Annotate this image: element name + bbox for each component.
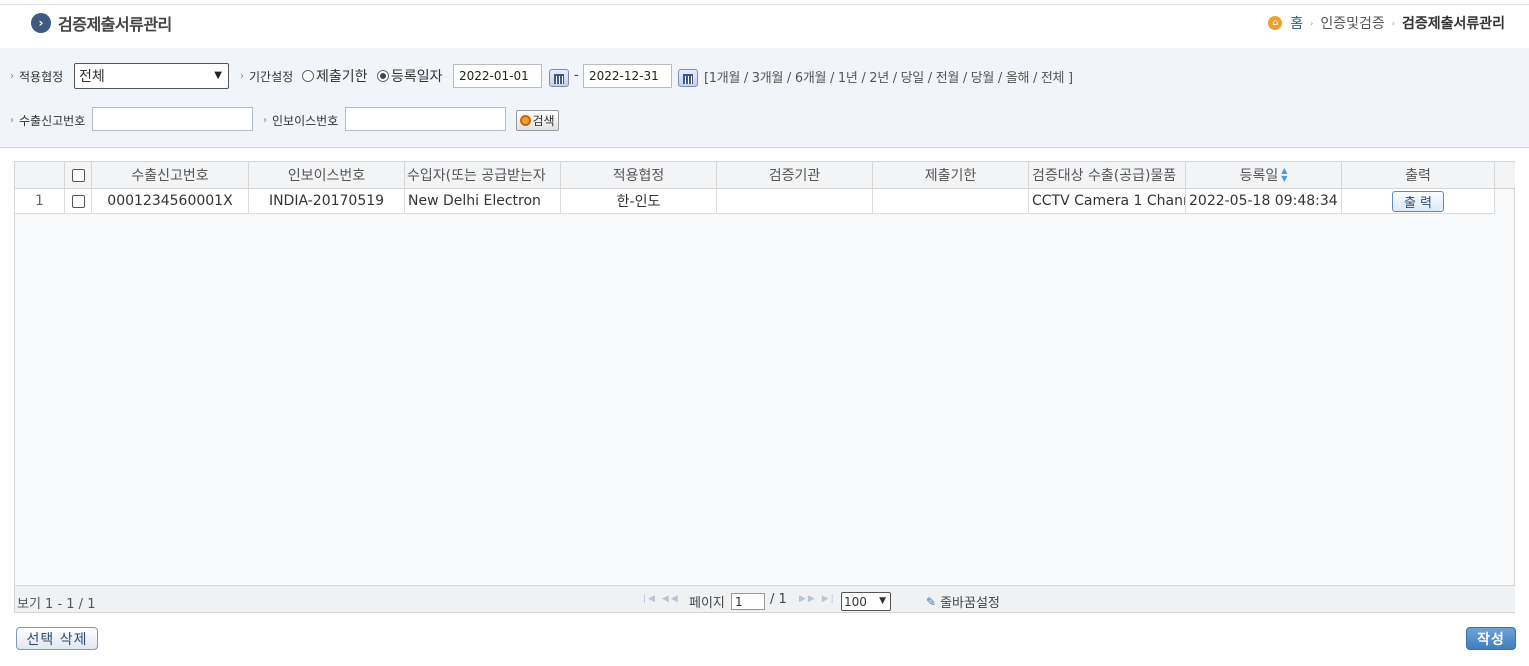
header-print: 출력 (1342, 162, 1495, 188)
export-no-label: 수출신고번호 (10, 112, 85, 129)
table-row[interactable]: 1 0001234560001X INDIA-20170519 New Delh… (15, 189, 1495, 214)
date-to-input[interactable]: 2022-12-31 (583, 64, 672, 88)
breadcrumb-separator-icon: › (1391, 18, 1395, 28)
print-button[interactable]: 출 력 (1392, 190, 1444, 212)
date-separator: - (574, 68, 579, 83)
header-goods[interactable]: 검증대상 수출(공급)물품 (1029, 162, 1186, 188)
header-row-number (15, 162, 65, 188)
page-total: / 1 (770, 592, 787, 607)
search-panel: 적용협정 전체 ▼ 기간설정 제출기한 등록일자 2022-01-01 - 20… (0, 48, 1529, 148)
header-reg-date-label: 등록일 (1239, 168, 1279, 184)
top-divider (0, 4, 1529, 5)
home-icon[interactable]: ⌂ (1268, 16, 1283, 30)
header-agreement[interactable]: 적용협정 (561, 162, 717, 188)
page-label: 페이지 (689, 596, 725, 611)
page-size-value: 100 (844, 594, 867, 609)
cell-goods[interactable]: CCTV Camera 1 Chann (1029, 189, 1186, 213)
radio-deadline-circle[interactable] (302, 70, 314, 82)
row-checkbox-cell (65, 189, 92, 213)
cell-deadline[interactable] (873, 189, 1029, 213)
page-title-text: 검증제출서류관리 (58, 15, 172, 34)
header-reg-date[interactable]: 등록일 ▲ ▼ (1186, 162, 1342, 188)
agreement-select-value: 전체 (79, 69, 105, 85)
date-from-input[interactable]: 2022-01-01 (453, 64, 542, 88)
search-icon (520, 115, 532, 126)
search-button[interactable]: 검색 (516, 110, 559, 131)
quick-date-ranges[interactable]: [1개월 / 3개월 / 6개월 / 1년 / 2년 / 당일 / 전월 / 당… (704, 67, 1073, 86)
radio-deadline[interactable]: 제출기한 (302, 66, 368, 86)
chevron-down-icon: ▼ (879, 596, 886, 606)
select-all-checkbox[interactable] (71, 168, 85, 182)
header-select-all (65, 162, 92, 188)
calendar-icon[interactable] (549, 69, 569, 87)
cell-reg-date[interactable]: 2022-05-18 09:48:34 (1186, 189, 1342, 213)
first-prev-page-icon[interactable]: |◀ ◀◀ (643, 594, 680, 604)
radio-deadline-label: 제출기한 (316, 69, 368, 85)
grid-pager: 보기 1 - 1 / 1 |◀ ◀◀ 페이지 1 / 1 ▶▶ ▶| 100 ▼… (15, 585, 1515, 612)
data-grid: 수출신고번호 인보이스번호 수입자(또는 공급받는자 적용협정 검증기관 제출기… (14, 161, 1515, 613)
radio-regdate-label: 등록일자 (391, 69, 443, 85)
cell-invoice-no[interactable]: INDIA-20170519 (249, 189, 405, 213)
chevron-down-icon: ▼ (214, 70, 222, 81)
grid-header: 수출신고번호 인보이스번호 수입자(또는 공급받는자 적용협정 검증기관 제출기… (15, 162, 1515, 189)
export-no-input[interactable] (92, 107, 253, 131)
radio-regdate-circle[interactable] (377, 70, 389, 82)
row-checkbox[interactable] (71, 194, 85, 208)
chevron-right-icon: › (31, 13, 51, 33)
page-size-select[interactable]: 100 ▼ (841, 592, 891, 611)
invoice-no-input[interactable] (345, 107, 506, 131)
view-info: 보기 1 - 1 / 1 (17, 597, 96, 612)
cell-print: 출 력 (1342, 189, 1495, 213)
cell-export-no[interactable]: 0001234560001X (92, 189, 249, 213)
agreement-label: 적용협정 (10, 68, 63, 85)
next-last-page-icon[interactable]: ▶▶ ▶| (799, 594, 836, 604)
header-export-no[interactable]: 수출신고번호 (92, 162, 249, 188)
calendar-icon[interactable] (678, 69, 698, 87)
header-importer[interactable]: 수입자(또는 공급받는자 (405, 162, 561, 188)
cell-agreement[interactable]: 한-인도 (561, 189, 717, 213)
header-agency[interactable]: 검증기관 (717, 162, 873, 188)
header-invoice-no[interactable]: 인보이스번호 (249, 162, 405, 188)
search-button-label: 검색 (532, 114, 555, 128)
breadcrumb-current: 검증제출서류관리 (1401, 16, 1505, 32)
breadcrumb-certification[interactable]: 인증및검증 (1320, 13, 1384, 33)
breadcrumb: ⌂ 홈 › 인증및검증 › 검증제출서류관리 (1268, 13, 1505, 33)
breadcrumb-separator-icon: › (1310, 18, 1314, 28)
breadcrumb-home[interactable]: 홈 (1290, 13, 1303, 33)
delete-selected-button[interactable]: 선택 삭제 (16, 627, 98, 650)
column-setting-label: 줄바꿈설정 (940, 596, 1000, 611)
sort-icon[interactable]: ▲ ▼ (1281, 167, 1287, 183)
radio-regdate[interactable]: 등록일자 (377, 66, 443, 86)
column-setting-link[interactable]: ✎ 줄바꿈설정 (926, 592, 1000, 612)
page-title: › 검증제출서류관리 (31, 12, 172, 34)
invoice-no-label: 인보이스번호 (263, 112, 338, 129)
cell-importer[interactable]: New Delhi Electron (405, 189, 561, 213)
page-number-input[interactable]: 1 (731, 593, 765, 610)
agreement-select[interactable]: 전체 ▼ (74, 63, 229, 89)
row-number: 1 (15, 189, 65, 213)
write-button[interactable]: 작성 (1466, 627, 1516, 650)
wrench-icon: ✎ (926, 594, 937, 609)
header-deadline[interactable]: 제출기한 (873, 162, 1029, 188)
cell-agency[interactable] (717, 189, 873, 213)
period-label: 기간설정 (240, 68, 293, 85)
